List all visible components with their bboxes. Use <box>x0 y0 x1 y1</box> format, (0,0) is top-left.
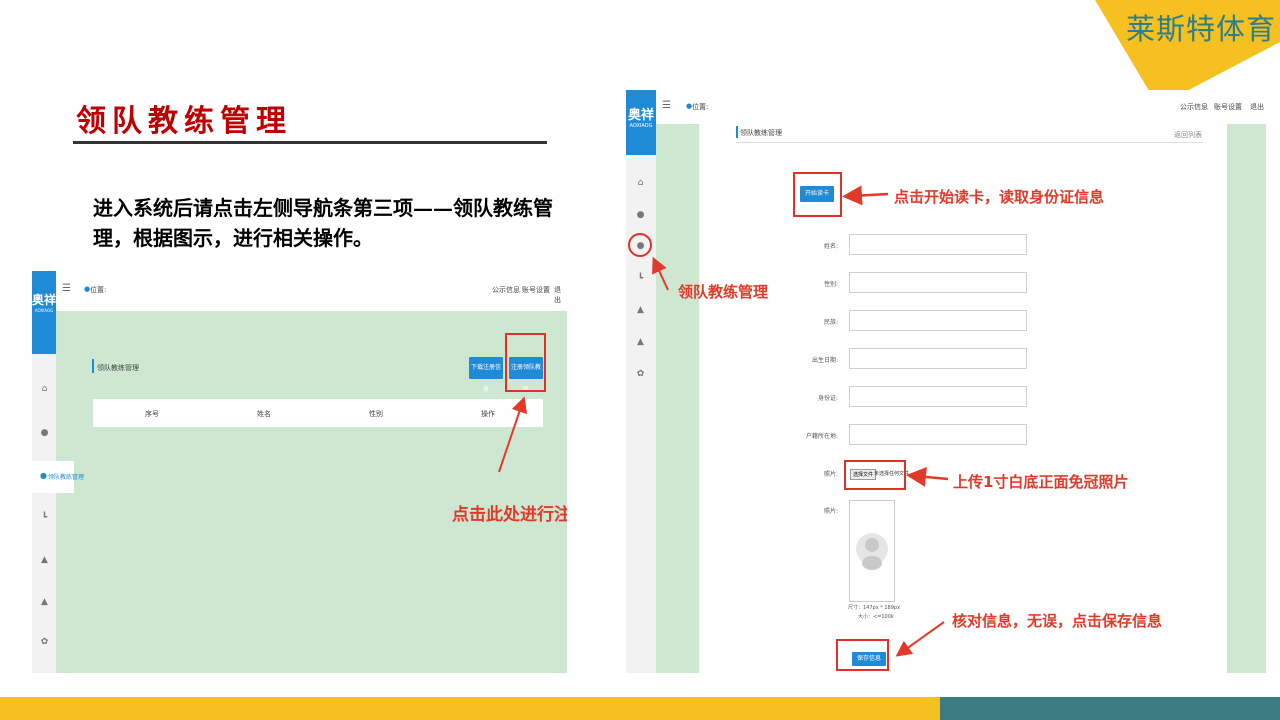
footer-bar-yellow <box>0 697 940 720</box>
title-underline <box>73 141 547 144</box>
screenshot-coach-list: ☰ ● 位置: 公示信息 账号设置 退出 奥祥 AOXIAOG ⌂ ● ● 领队… <box>32 271 567 673</box>
instructions-text: 进入系统后请点击左侧导航条第三项——领队教练管理，根据图示，进行相关操作。 <box>93 196 553 250</box>
annotation-arrows <box>652 185 949 657</box>
annotation-read-card-label: 点击开始读卡，读取身份证信息 <box>894 188 1105 206</box>
annotation-nav-label: 领队教练管理 <box>678 283 769 301</box>
annotation-upload-label: 上传1寸白底正面免冠照片 <box>953 473 1129 491</box>
brand-name: 莱斯特体育 <box>1125 12 1276 46</box>
annotation-register-label: 点击此处进行注册 <box>452 505 567 525</box>
screenshot-coach-form: ☰ ● 位置: 公示信息 账号设置 退出 奥祥 AOXIAOG ⌂ ● ● ┗ … <box>626 90 1266 673</box>
footer-bar-teal <box>940 697 1280 720</box>
annotation-arrow-register <box>498 396 528 473</box>
slide-title: 领队教练管理 <box>76 104 292 139</box>
annotation-save-label: 核对信息，无误，点击保存信息 <box>952 612 1163 630</box>
